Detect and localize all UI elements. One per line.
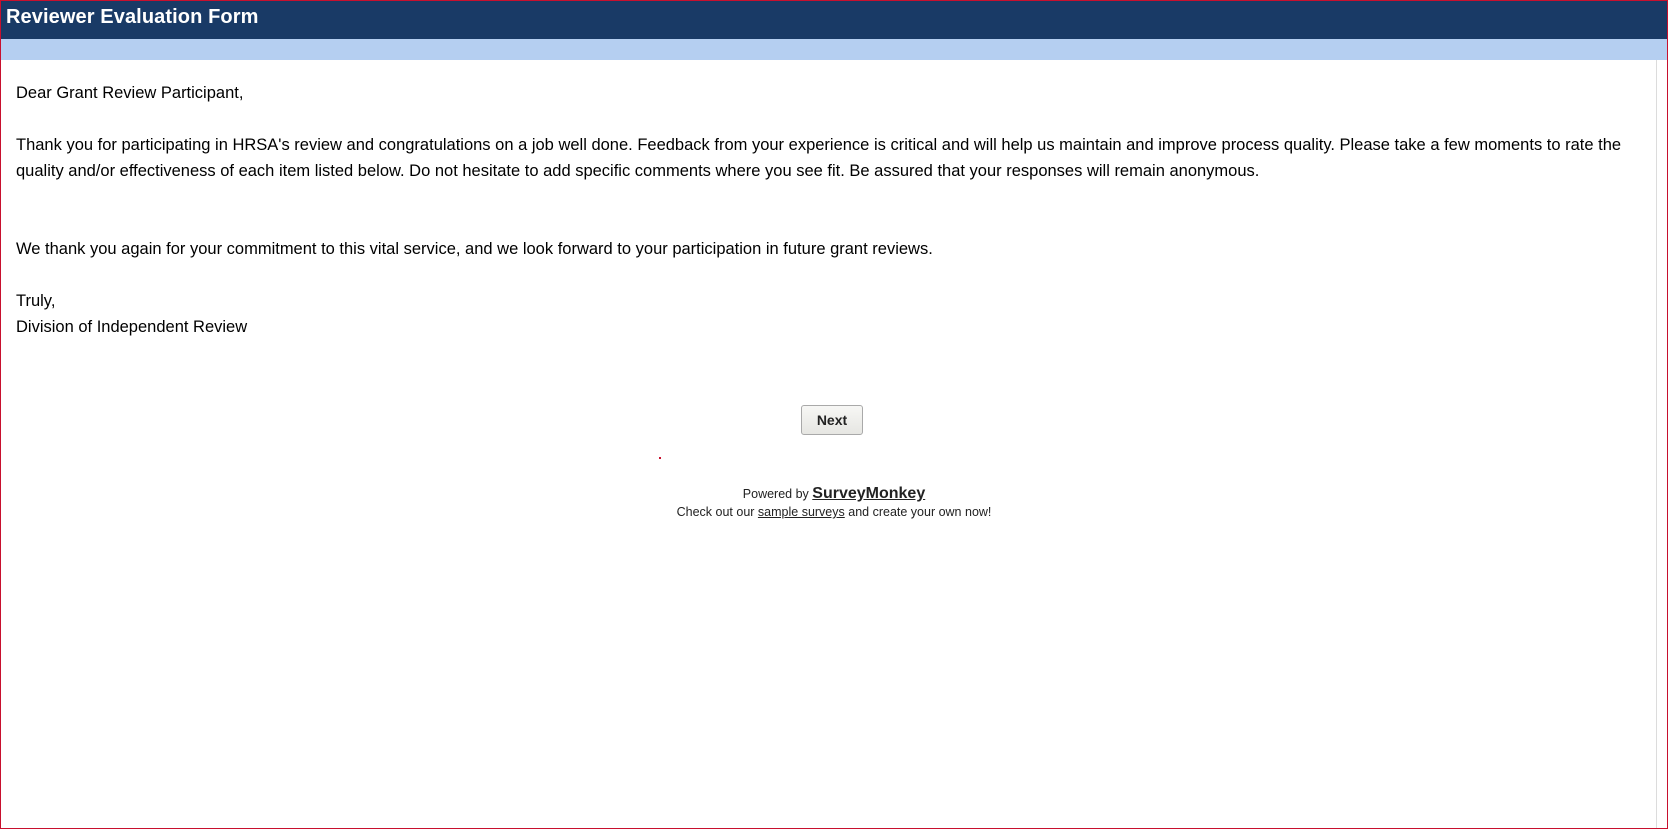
sub-header-bar <box>1 39 1667 60</box>
powered-by-line: Powered by SurveyMonkey <box>0 485 1668 503</box>
closing-text: Truly, <box>16 292 56 310</box>
page-title: Reviewer Evaluation Form <box>6 6 259 28</box>
next-button[interactable]: Next <box>801 405 863 435</box>
greeting-text: Dear Grant Review Participant, <box>16 84 244 102</box>
sample-surveys-link[interactable]: sample surveys <box>758 505 845 519</box>
scrollbar-track[interactable] <box>1656 60 1667 828</box>
check-out-text: Check out our <box>676 505 755 519</box>
intro-text: Dear Grant Review Participant, Thank you… <box>16 80 1636 340</box>
signature-text: Division of Independent Review <box>16 318 248 336</box>
thanks-paragraph: We thank you again for your commitment t… <box>16 240 933 258</box>
footer: Powered by SurveyMonkey Check out our sa… <box>0 485 1668 521</box>
sample-surveys-line: Check out our sample surveys and create … <box>0 503 1668 521</box>
intro-paragraph: Thank you for participating in HRSA's re… <box>16 136 1622 180</box>
surveymonkey-link[interactable]: SurveyMonkey <box>812 485 925 502</box>
create-own-text: and create your own now! <box>848 505 992 519</box>
title-bar: Reviewer Evaluation Form <box>1 1 1667 39</box>
powered-by-text: Powered by <box>742 487 809 501</box>
red-dot-marker <box>659 457 661 459</box>
